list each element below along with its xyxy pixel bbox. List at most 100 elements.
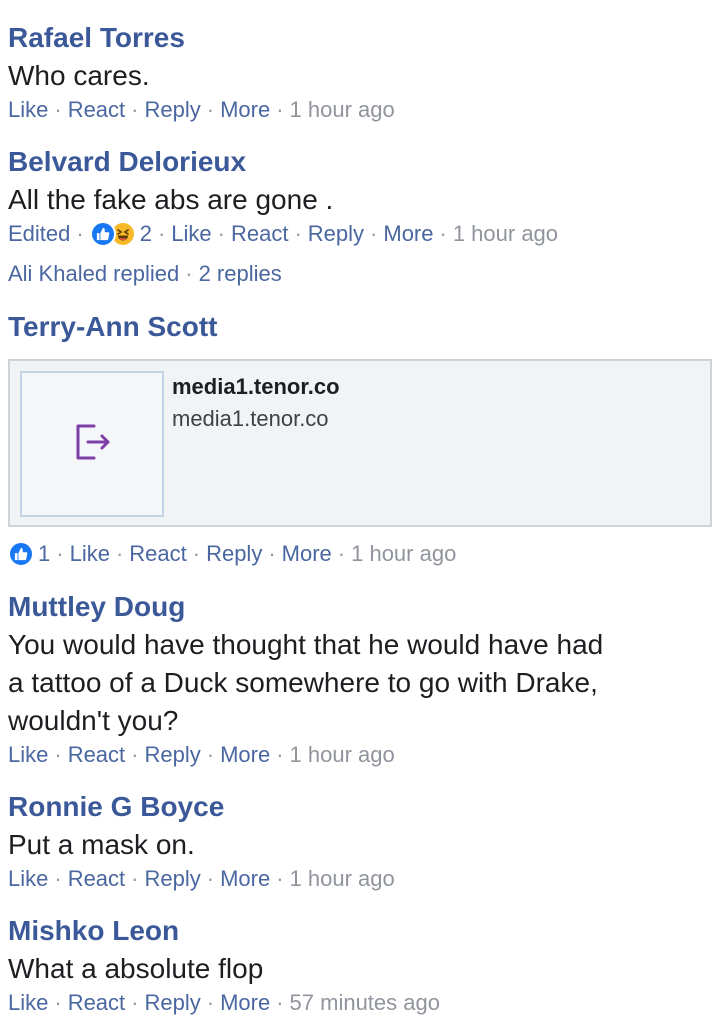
link-domain: media1.tenor.co bbox=[172, 406, 329, 431]
react-button[interactable]: React bbox=[68, 740, 125, 770]
separator: · bbox=[115, 541, 124, 566]
separator: · bbox=[56, 541, 64, 566]
separator: · bbox=[54, 990, 62, 1015]
comment-author[interactable]: Terry-Ann Scott bbox=[8, 309, 712, 345]
separator: · bbox=[131, 97, 139, 122]
comment-author[interactable]: Mishko Leon bbox=[8, 913, 712, 949]
separator: · bbox=[276, 866, 284, 891]
comment-text: Who cares. bbox=[8, 60, 150, 91]
comment-actions: 1 · Like · React · Reply · More · 1 hour… bbox=[8, 539, 712, 569]
like-reaction-icon bbox=[8, 541, 34, 567]
separator: · bbox=[206, 97, 215, 122]
comment-text: Put a mask on. bbox=[8, 829, 195, 860]
comment-actions: Like · React · Reply · More · 1 hour ago bbox=[8, 864, 712, 894]
comment-author[interactable]: Muttley Doug bbox=[8, 589, 712, 625]
comment: Mishko Leon What a absolute flop Like · … bbox=[8, 913, 712, 1018]
separator: · bbox=[276, 97, 284, 122]
link-title[interactable]: media1.tenor.co bbox=[172, 373, 340, 401]
comment-text-line: You would have thought that he would hav… bbox=[8, 629, 604, 660]
comment: Rafael Torres Who cares. Like · React · … bbox=[8, 20, 712, 125]
reaction-count[interactable]: 1 bbox=[38, 539, 50, 569]
comment-timestamp: 1 hour ago bbox=[351, 541, 457, 566]
like-button[interactable]: Like bbox=[8, 740, 48, 770]
link-thumbnail[interactable] bbox=[20, 371, 164, 517]
separator: · bbox=[131, 742, 139, 767]
more-button[interactable]: More bbox=[220, 740, 270, 770]
separator: · bbox=[192, 541, 201, 566]
separator: · bbox=[206, 866, 215, 891]
reply-button[interactable]: Reply bbox=[145, 864, 201, 894]
more-button[interactable]: More bbox=[220, 95, 270, 125]
separator: · bbox=[54, 866, 62, 891]
comment: Muttley Doug You would have thought that… bbox=[8, 589, 712, 770]
separator: · bbox=[157, 221, 166, 246]
comment: Ronnie G Boyce Put a mask on. Like · Rea… bbox=[8, 789, 712, 894]
comment-timestamp: 1 hour ago bbox=[452, 221, 559, 246]
separator: · bbox=[370, 221, 378, 246]
comment-author[interactable]: Ronnie G Boyce bbox=[8, 789, 712, 825]
comment-text-line: wouldn't you? bbox=[8, 705, 179, 736]
comment-text: What a absolute flop bbox=[8, 953, 264, 984]
separator: · bbox=[206, 990, 215, 1015]
view-replies-link[interactable]: Ali Khaled replied · 2 replies bbox=[8, 259, 712, 289]
reaction-count[interactable]: 2 bbox=[140, 219, 152, 249]
more-button[interactable]: More bbox=[383, 219, 433, 249]
comment-timestamp: 57 minutes ago bbox=[289, 990, 440, 1015]
separator: · bbox=[131, 866, 139, 891]
comment-text: All the fake abs are gone . bbox=[8, 184, 334, 215]
like-button[interactable]: Like bbox=[8, 988, 48, 1018]
comment-actions: Like · React · Reply · More · 1 hour ago bbox=[8, 740, 712, 770]
comment-text: You would have thought that he would hav… bbox=[8, 626, 712, 740]
reply-button[interactable]: Reply bbox=[206, 539, 262, 569]
like-button[interactable]: Like bbox=[8, 95, 48, 125]
separator: · bbox=[76, 221, 84, 246]
comment: Belvard Delorieux All the fake abs are g… bbox=[8, 144, 712, 289]
comment-author[interactable]: Belvard Delorieux bbox=[8, 144, 712, 180]
separator: · bbox=[276, 990, 284, 1015]
separator: · bbox=[276, 742, 284, 767]
comment: Terry-Ann Scott bbox=[8, 309, 712, 345]
replies-count: 2 replies bbox=[198, 261, 282, 286]
reaction-summary[interactable] bbox=[8, 541, 34, 567]
reaction-summary[interactable] bbox=[89, 221, 136, 247]
more-button[interactable]: More bbox=[220, 988, 270, 1018]
comment-timestamp: 1 hour ago bbox=[289, 97, 395, 122]
comment-actions: Like · React · Reply · More · 57 minutes… bbox=[8, 988, 712, 1018]
edited-label[interactable]: Edited bbox=[8, 219, 70, 249]
external-link-icon bbox=[70, 420, 114, 469]
comment-timestamp: 1 hour ago bbox=[289, 866, 395, 891]
more-button[interactable]: More bbox=[282, 539, 332, 569]
react-button[interactable]: React bbox=[68, 988, 125, 1018]
react-button[interactable]: React bbox=[129, 539, 186, 569]
separator: · bbox=[54, 97, 62, 122]
like-button[interactable]: Like bbox=[8, 864, 48, 894]
reply-button[interactable]: Reply bbox=[308, 219, 364, 249]
like-button[interactable]: Like bbox=[70, 539, 110, 569]
react-button[interactable]: React bbox=[68, 95, 125, 125]
comment-text-line: a tattoo of a Duck somewhere to go with … bbox=[8, 667, 598, 698]
comment-actions: Edited · 2 · Like · React · Reply · More… bbox=[8, 219, 712, 249]
separator: · bbox=[185, 261, 193, 286]
reply-button[interactable]: Reply bbox=[145, 95, 201, 125]
separator: · bbox=[131, 990, 139, 1015]
separator: · bbox=[206, 742, 215, 767]
separator: · bbox=[337, 541, 346, 566]
separator: · bbox=[268, 541, 276, 566]
like-reaction-icon bbox=[89, 221, 116, 247]
comment-actions-row: 1 · Like · React · Reply · More · 1 hour… bbox=[8, 539, 712, 569]
replies-summary: Ali Khaled replied bbox=[8, 261, 180, 286]
comment-timestamp: 1 hour ago bbox=[289, 742, 395, 767]
separator: · bbox=[294, 221, 302, 246]
comment-actions: Like · React · Reply · More · 1 hour ago bbox=[8, 95, 712, 125]
comment-author[interactable]: Rafael Torres bbox=[8, 20, 712, 56]
reply-button[interactable]: Reply bbox=[145, 740, 201, 770]
separator: · bbox=[439, 221, 447, 246]
reply-button[interactable]: Reply bbox=[145, 988, 201, 1018]
separator: · bbox=[217, 221, 225, 246]
link-preview-card[interactable]: media1.tenor.co media1.tenor.co bbox=[8, 359, 712, 527]
separator: · bbox=[54, 742, 62, 767]
react-button[interactable]: React bbox=[68, 864, 125, 894]
react-button[interactable]: React bbox=[231, 219, 288, 249]
more-button[interactable]: More bbox=[220, 864, 270, 894]
like-button[interactable]: Like bbox=[171, 219, 211, 249]
